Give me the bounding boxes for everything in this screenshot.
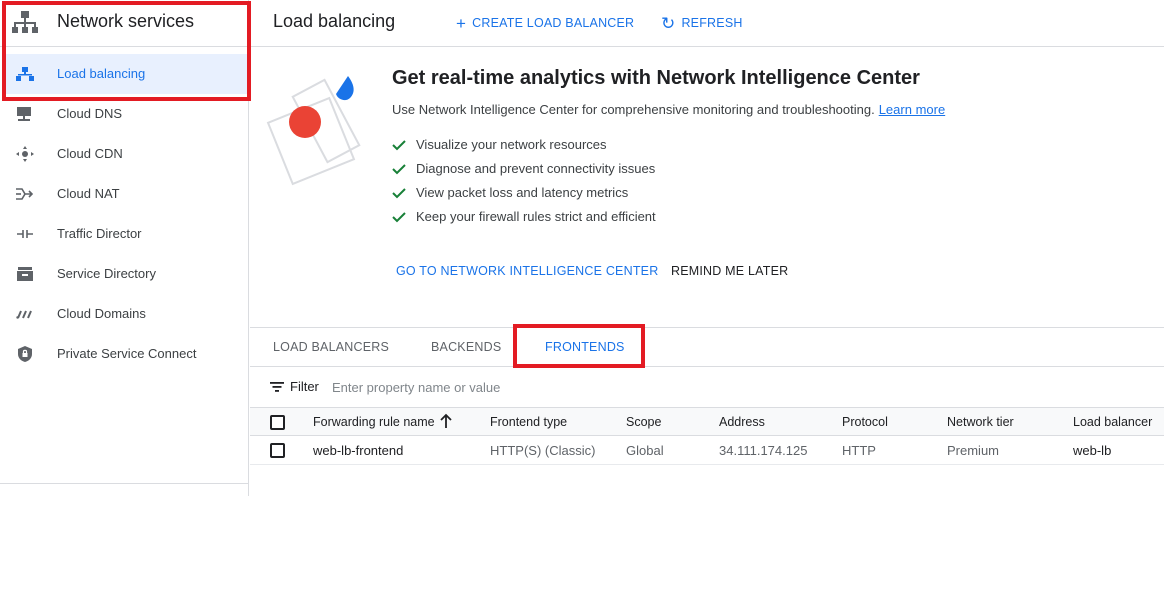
load-balancer-cell[interactable]: web-lb: [1073, 443, 1111, 458]
sidebar-item-label: Private Service Connect: [57, 346, 197, 361]
sidebar-item-label: Cloud Domains: [57, 306, 146, 321]
create-load-balancer-label: CREATE LOAD BALANCER: [472, 16, 635, 30]
sidebar: Network services Load balancing Cloud DN…: [0, 0, 249, 496]
table-row: web-lb-frontend HTTP(S) (Classic) Global…: [250, 436, 1164, 465]
refresh-label: REFRESH: [681, 16, 743, 30]
service-directory-icon: [17, 267, 33, 281]
check-icon: [392, 140, 406, 151]
forwarding-rule-name-cell[interactable]: web-lb-frontend: [313, 443, 403, 458]
page-title: Load balancing: [273, 11, 396, 31]
row-checkbox[interactable]: [270, 443, 285, 458]
tab-bar: LOAD BALANCERS BACKENDS FRONTENDS: [250, 329, 1164, 367]
feature-text: Visualize your network resources: [416, 137, 607, 152]
sidebar-item-private-service-connect[interactable]: Private Service Connect: [0, 334, 248, 374]
learn-more-link[interactable]: Learn more: [879, 102, 945, 117]
cloud-nat-icon: [16, 188, 34, 200]
sidebar-item-label: Traffic Director: [57, 226, 142, 241]
sidebar-item-label: Service Directory: [57, 266, 156, 281]
top-bar: Load balancing + CREATE LOAD BALANCER ↻ RE…: [250, 0, 1164, 47]
feature-text: Keep your firewall rules strict and effi…: [416, 209, 656, 224]
private-service-connect-icon: [18, 346, 32, 362]
sidebar-title: Network services: [57, 11, 195, 31]
cloud-domains-icon: [16, 310, 32, 319]
sidebar-item-label: Cloud DNS: [57, 106, 123, 121]
feature-text: View packet loss and latency metrics: [416, 185, 629, 200]
plus-icon: +: [456, 14, 467, 33]
check-icon: [392, 212, 406, 223]
banner-headline: Get real-time analytics with Network Int…: [392, 67, 920, 89]
cloud-cdn-icon: [16, 146, 34, 162]
filter-bar: Filter: [250, 368, 1164, 406]
sidebar-item-service-directory[interactable]: Service Directory: [0, 254, 248, 294]
feature-text: Diagnose and prevent connectivity issues: [416, 161, 656, 176]
sidebar-item-load-balancing[interactable]: Load balancing: [5, 54, 247, 94]
active-tab-indicator: [515, 364, 640, 366]
sort-ascending-icon[interactable]: [439, 413, 453, 429]
column-header[interactable]: Protocol: [842, 415, 888, 429]
tab-backends[interactable]: BACKENDS: [431, 340, 501, 354]
analytics-illustration: [266, 76, 361, 186]
address-cell: 34.111.174.125: [719, 443, 808, 458]
promo-banner: Get real-time analytics with Network Int…: [250, 48, 1164, 328]
tab-load-balancers[interactable]: LOAD BALANCERS: [273, 340, 389, 354]
sidebar-item-traffic-director[interactable]: Traffic Director: [0, 214, 248, 254]
cloud-dns-icon: [17, 107, 31, 121]
select-all-checkbox[interactable]: [270, 415, 285, 430]
protocol-cell: HTTP: [842, 443, 876, 458]
banner-description: Use Network Intelligence Center for comp…: [392, 102, 945, 117]
sidebar-item-cloud-cdn[interactable]: Cloud CDN: [0, 134, 248, 174]
column-header[interactable]: Network tier: [947, 415, 1014, 429]
table-header: Forwarding rule name Frontend type Scope…: [250, 407, 1164, 436]
traffic-director-icon: [17, 230, 33, 238]
sidebar-item-cloud-nat[interactable]: Cloud NAT: [0, 174, 248, 214]
filter-input[interactable]: [332, 375, 732, 399]
sidebar-item-label: Cloud CDN: [57, 146, 123, 161]
column-header[interactable]: Scope: [626, 415, 661, 429]
tab-frontends[interactable]: FRONTENDS: [545, 340, 625, 354]
column-header[interactable]: Load balancer: [1073, 415, 1152, 429]
network-tier-cell: Premium: [947, 443, 1000, 458]
remind-me-later-button[interactable]: REMIND ME LATER: [671, 264, 788, 278]
sidebar-divider: [0, 483, 248, 484]
column-header[interactable]: Frontend type: [490, 415, 567, 429]
sidebar-item-cloud-dns[interactable]: Cloud DNS: [0, 94, 248, 134]
sidebar-item-label: Load balancing: [57, 66, 146, 81]
frontend-type-cell: HTTP(S) (Classic): [490, 443, 596, 458]
banner-description-text: Use Network Intelligence Center for comp…: [392, 102, 875, 117]
sidebar-header: Network services: [0, 0, 249, 47]
scope-cell: Global: [626, 443, 664, 458]
column-header[interactable]: Forwarding rule name: [313, 415, 435, 429]
column-header[interactable]: Address: [719, 415, 765, 429]
sidebar-item-label: Cloud NAT: [57, 186, 120, 201]
refresh-button[interactable]: ↻ REFRESH: [661, 14, 743, 34]
filter-icon: [270, 382, 284, 392]
check-icon: [392, 164, 406, 175]
load-balancing-icon: [16, 67, 34, 81]
refresh-icon: ↻: [661, 14, 676, 33]
go-to-nic-button[interactable]: GO TO NETWORK INTELLIGENCE CENTER: [396, 264, 658, 278]
filter-label: Filter: [290, 379, 319, 394]
sidebar-item-cloud-domains[interactable]: Cloud Domains: [0, 294, 248, 334]
network-services-icon: [12, 11, 38, 33]
create-load-balancer-button[interactable]: + CREATE LOAD BALANCER: [456, 14, 634, 34]
check-icon: [392, 188, 406, 199]
